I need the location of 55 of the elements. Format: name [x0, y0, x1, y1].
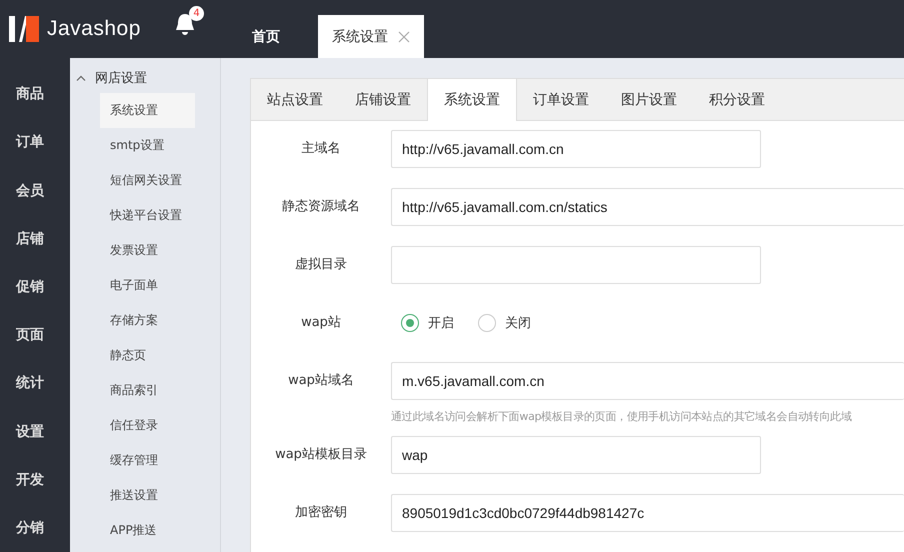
logo-icon: [9, 16, 39, 42]
nav-item[interactable]: 分销: [0, 504, 70, 552]
settings-tab[interactable]: 积分设置: [693, 79, 781, 121]
radio-icon[interactable]: [401, 314, 419, 332]
sub-menu-item[interactable]: 电子面单: [100, 268, 195, 303]
text-field[interactable]: 8905019d1c3cd0bc0729f44db981427c: [391, 494, 904, 532]
chevron-icon: [76, 75, 86, 81]
sub-menu-item[interactable]: smtp设置: [100, 128, 195, 163]
field-label: 主域名: [300, 140, 342, 158]
settings-tab[interactable]: 图片设置: [605, 79, 693, 121]
text-field[interactable]: http://v65.javamall.com.cn/statics: [391, 188, 904, 226]
nav-item[interactable]: 商品: [0, 70, 70, 118]
nav-item[interactable]: 开发: [0, 456, 70, 504]
sub-menu-item[interactable]: 快递平台设置: [100, 198, 195, 233]
sub-menu-item[interactable]: 静态页: [100, 338, 195, 373]
settings-tab[interactable]: 店铺设置: [339, 79, 427, 121]
text-field[interactable]: m.v65.javamall.com.cn: [391, 362, 904, 400]
field-hint: 通过此域名访问会解析下面wap模板目录的页面，使用手机访问本站点的其它域名会自动转向此域: [391, 409, 853, 424]
nav-item[interactable]: 促销: [0, 262, 70, 312]
settings-tab[interactable]: 系统设置: [427, 79, 517, 121]
nav-item[interactable]: 店铺: [0, 214, 70, 263]
settings-tab[interactable]: 站点设置: [251, 79, 339, 121]
nav-item[interactable]: 设置: [0, 407, 70, 456]
sub-menu-item[interactable]: 推送设置: [100, 478, 195, 513]
nav-item[interactable]: 页面: [0, 311, 70, 360]
nav-item[interactable]: 会员: [0, 166, 70, 215]
menu-group[interactable]: 网店设置: [70, 66, 186, 90]
radio-icon[interactable]: [478, 314, 496, 332]
notification-badge: 4: [189, 6, 204, 21]
sub-menu-item[interactable]: 缓存管理: [100, 443, 195, 478]
field-label: 虚拟目录: [294, 256, 348, 274]
page-tab[interactable]: 系统设置: [318, 15, 424, 58]
settings-tab[interactable]: 订单设置: [517, 79, 605, 121]
radio-option[interactable]: 关闭: [478, 314, 531, 332]
close-icon[interactable]: [398, 30, 410, 42]
logo-text: Javashop: [47, 17, 141, 41]
nav-item[interactable]: 统计: [0, 359, 70, 408]
sub-menu-item[interactable]: 系统设置: [100, 93, 195, 128]
sub-menu-item[interactable]: 短信网关设置: [100, 163, 195, 198]
radio-option[interactable]: 开启: [401, 314, 454, 332]
text-field[interactable]: [391, 246, 761, 284]
field-label: wap站模板目录: [274, 446, 368, 464]
field-label: 静态资源域名: [281, 198, 361, 216]
text-field[interactable]: http://v65.javamall.com.cn: [391, 130, 761, 168]
page-tab[interactable]: 首页: [238, 15, 294, 58]
sub-menu-item[interactable]: 商品索引: [100, 373, 195, 408]
nav-item[interactable]: 订单: [0, 118, 70, 166]
field-label: wap站: [300, 314, 342, 332]
text-field[interactable]: wap: [391, 436, 761, 474]
sub-menu-item[interactable]: 信任登录: [100, 408, 195, 443]
field-label: wap站域名: [287, 372, 355, 390]
sub-menu-item[interactable]: APP推送: [100, 513, 195, 548]
field-label: 加密密钥: [294, 504, 348, 522]
sub-menu-item[interactable]: 存储方案: [100, 303, 195, 338]
sub-menu-item[interactable]: 发票设置: [100, 233, 195, 268]
